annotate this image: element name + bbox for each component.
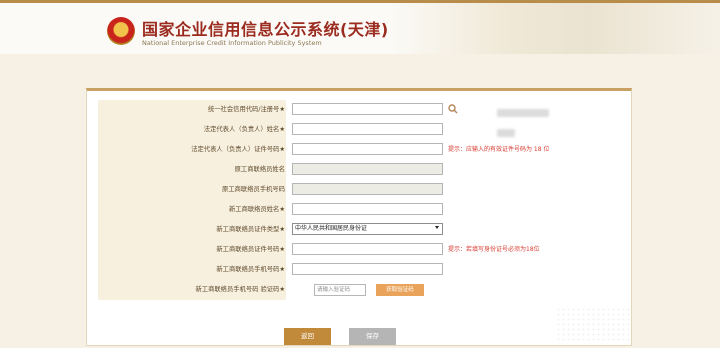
new-contact-id-label: 新工商联络员证件号码★ xyxy=(216,246,285,253)
new-contact-phone-label: 新工商联络员手机号码★ xyxy=(216,266,285,273)
legal-rep-id-input[interactable] xyxy=(292,143,443,155)
old-contact-name-label: 原工商联络员姓名 xyxy=(234,166,285,173)
credit-code-redacted xyxy=(497,109,549,117)
header-decoration xyxy=(390,3,720,54)
legal-rep-name-input[interactable] xyxy=(292,123,515,137)
credit-code-input[interactable] xyxy=(292,103,549,117)
old-contact-phone-label: 原工商联络员手机号码 xyxy=(222,186,285,193)
new-contact-name-label: 新工商联络员姓名★ xyxy=(228,206,285,213)
form-row-new-contact-id-type: 新工商联络员证件类型★ 中华人民共和国居民身份证 xyxy=(98,220,620,241)
form-row-new-contact-id: 新工商联络员证件号码★ 提示：若填写身份证号必须为18位 xyxy=(98,240,620,261)
form-row-credit-code: 统一社会信用代码/注册号★ xyxy=(98,100,620,121)
new-contact-id-type-label: 新工商联络员证件类型★ xyxy=(216,226,285,233)
form-row-captcha: 新工商联络员手机号码 验证码★ 请输入验证码 获取验证码 xyxy=(98,280,620,301)
save-button[interactable]: 保存 xyxy=(349,328,396,345)
form-row-legal-rep-id: 法定代表人（负责人）证件号码★ 提示：应输入的有效证件号码为 18 位 xyxy=(98,140,620,161)
dot-decoration xyxy=(556,307,632,343)
legal-rep-name-label: 法定代表人（负责人）姓名★ xyxy=(203,126,285,133)
form-row-new-contact-name: 新工商联络员姓名★ xyxy=(98,200,620,221)
new-contact-id-input[interactable] xyxy=(292,243,443,255)
captcha-label: 新工商联络员手机号码 验证码★ xyxy=(195,286,285,293)
new-contact-phone-input[interactable] xyxy=(292,263,443,275)
old-contact-phone-field xyxy=(292,183,443,195)
national-emblem-icon xyxy=(107,17,135,45)
chevron-down-icon xyxy=(435,226,439,229)
form-row-legal-rep-name: 法定代表人（负责人）姓名★ xyxy=(98,120,620,141)
old-contact-name-field xyxy=(292,163,443,175)
new-contact-id-hint: 提示：若填写身份证号必须为18位 xyxy=(448,246,540,253)
site-subtitle: National Enterprise Credit Information P… xyxy=(142,39,322,47)
top-header: 国家企业信用信息公示系统(天津) National Enterprise Cre… xyxy=(0,0,720,54)
get-captcha-button[interactable]: 获取验证码 xyxy=(376,284,424,296)
back-button[interactable]: 返回 xyxy=(284,328,331,345)
form-row-old-contact-name: 原工商联络员姓名 xyxy=(98,160,620,181)
id-type-selected-value: 中华人民共和国居民身份证 xyxy=(295,225,368,232)
form-row-old-contact-phone: 原工商联络员手机号码 xyxy=(98,180,620,201)
legal-rep-id-label: 法定代表人（负责人）证件号码★ xyxy=(191,146,285,153)
captcha-input[interactable]: 请输入验证码 xyxy=(314,284,366,296)
legal-rep-name-redacted xyxy=(497,129,515,137)
form-row-new-contact-phone: 新工商联络员手机号码★ xyxy=(98,260,620,281)
id-type-select[interactable]: 中华人民共和国居民身份证 xyxy=(292,223,443,235)
search-icon[interactable] xyxy=(448,104,458,114)
emblem-star-icon xyxy=(114,23,128,36)
site-title: 国家企业信用信息公示系统(天津) xyxy=(142,20,389,39)
captcha-placeholder: 请输入验证码 xyxy=(317,287,351,293)
legal-rep-id-hint: 提示：应输入的有效证件号码为 18 位 xyxy=(448,146,550,153)
new-contact-name-input[interactable] xyxy=(292,203,443,215)
credit-code-label: 统一社会信用代码/注册号★ xyxy=(207,106,285,113)
